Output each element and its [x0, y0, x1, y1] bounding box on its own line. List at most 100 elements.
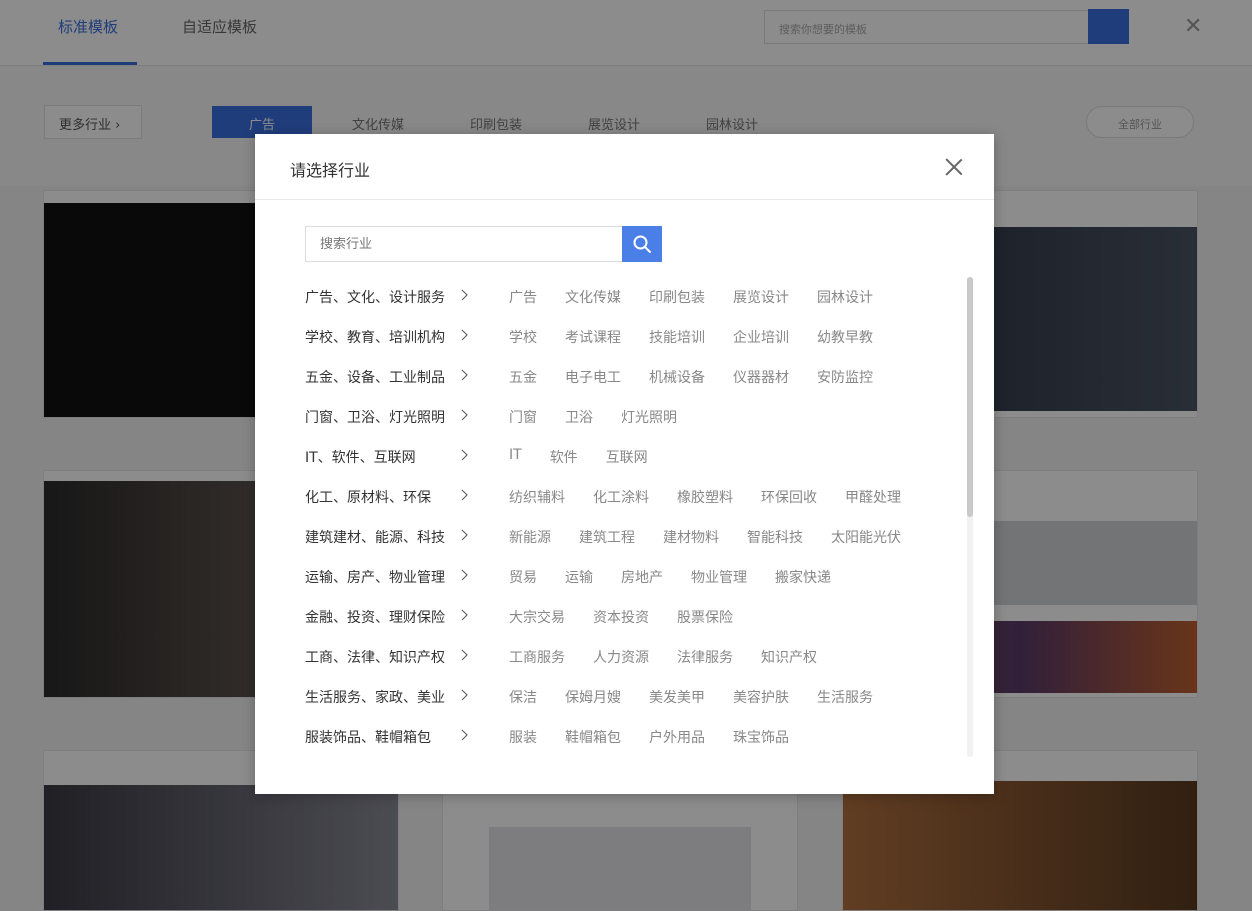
subcategory-list: 贸易 运输 房地产 物业管理 搬家快递: [509, 567, 831, 587]
subcategory-item[interactable]: 幼教早教: [817, 327, 873, 347]
subcategory-item[interactable]: 房地产: [621, 567, 663, 587]
subcategory-item[interactable]: 资本投资: [593, 607, 649, 627]
subcategory-item[interactable]: 美发美甲: [649, 687, 705, 707]
subcategory-item[interactable]: 化工涂料: [593, 487, 649, 507]
industry-category-label[interactable]: 学校、教育、培训机构: [305, 327, 445, 347]
chevron-right-icon[interactable]: [459, 367, 471, 383]
industry-category-label[interactable]: 生活服务、家政、美业: [305, 687, 445, 707]
subcategory-item[interactable]: 园林设计: [817, 287, 873, 307]
subcategory-item[interactable]: 搬家快递: [775, 567, 831, 587]
industry-search-input[interactable]: [305, 226, 623, 262]
chevron-right-icon[interactable]: [459, 407, 471, 423]
subcategory-item[interactable]: 新能源: [509, 527, 551, 547]
industry-category-label[interactable]: 门窗、卫浴、灯光照明: [305, 407, 445, 427]
subcategory-item[interactable]: 橡胶塑料: [677, 487, 733, 507]
industry-category-label[interactable]: 工商、法律、知识产权: [305, 647, 445, 667]
chevron-right-icon[interactable]: [459, 327, 471, 343]
subcategory-item[interactable]: 甲醛处理: [845, 487, 901, 507]
industry-row: 生活服务、家政、美业 保洁 保姆月嫂 美发美甲 美容护肤 生活服务: [305, 677, 965, 717]
industry-category-label[interactable]: 五金、设备、工业制品: [305, 367, 445, 387]
industry-row: 学校、教育、培训机构 学校 考试课程 技能培训 企业培训 幼教早教: [305, 317, 965, 357]
subcategory-item[interactable]: 灯光照明: [621, 407, 677, 427]
subcategory-item[interactable]: 五金: [509, 367, 537, 387]
industry-row: 化工、原材料、环保 纺织辅料 化工涂料 橡胶塑料 环保回收 甲醛处理: [305, 477, 965, 517]
industry-category-label[interactable]: IT、软件、互联网: [305, 447, 416, 467]
subcategory-item[interactable]: 文化传媒: [565, 287, 621, 307]
chevron-right-icon[interactable]: [459, 527, 471, 543]
industry-category-label[interactable]: 服装饰品、鞋帽箱包: [305, 727, 431, 747]
subcategory-item[interactable]: 展览设计: [733, 287, 789, 307]
subcategory-item[interactable]: 法律服务: [677, 647, 733, 667]
subcategory-item[interactable]: 美容护肤: [733, 687, 789, 707]
subcategory-item[interactable]: 物业管理: [691, 567, 747, 587]
subcategory-item[interactable]: 服装: [509, 727, 537, 747]
modal-header: 请选择行业: [255, 134, 994, 200]
subcategory-item[interactable]: 学校: [509, 327, 537, 347]
chevron-right-icon[interactable]: [459, 687, 471, 703]
subcategory-item[interactable]: 安防监控: [817, 367, 873, 387]
chevron-right-icon[interactable]: [459, 487, 471, 503]
industry-category-label[interactable]: 广告、文化、设计服务: [305, 287, 445, 307]
chevron-right-icon[interactable]: [459, 647, 471, 663]
subcategory-item[interactable]: 软件: [550, 447, 578, 467]
subcategory-item[interactable]: 户外用品: [649, 727, 705, 747]
subcategory-item[interactable]: 运输: [565, 567, 593, 587]
subcategory-item[interactable]: 知识产权: [761, 647, 817, 667]
chevron-right-icon[interactable]: [459, 727, 471, 743]
subcategory-item[interactable]: 环保回收: [761, 487, 817, 507]
industry-row: 五金、设备、工业制品 五金 电子电工 机械设备 仪器器材 安防监控: [305, 357, 965, 397]
subcategory-item[interactable]: 企业培训: [733, 327, 789, 347]
subcategory-item[interactable]: 太阳能光伏: [831, 527, 901, 547]
subcategory-list: 服装 鞋帽箱包 户外用品 珠宝饰品: [509, 727, 789, 747]
subcategory-item[interactable]: 建筑工程: [579, 527, 635, 547]
subcategory-list: 工商服务 人力资源 法律服务 知识产权: [509, 647, 817, 667]
subcategory-item[interactable]: IT: [509, 447, 522, 467]
industry-modal: 请选择行业 广告、文化、设计服务 广告 文化传媒 印刷包装 展览设计 园林设计学校、教育、…: [255, 134, 994, 794]
subcategory-item[interactable]: 卫浴: [565, 407, 593, 427]
subcategory-item[interactable]: 贸易: [509, 567, 537, 587]
industry-row: 广告、文化、设计服务 广告 文化传媒 印刷包装 展览设计 园林设计: [305, 277, 965, 317]
chevron-right-icon[interactable]: [459, 567, 471, 583]
subcategory-item[interactable]: 工商服务: [509, 647, 565, 667]
subcategory-item[interactable]: 广告: [509, 287, 537, 307]
industry-category-label[interactable]: 运输、房产、物业管理: [305, 567, 445, 587]
subcategory-item[interactable]: 机械设备: [649, 367, 705, 387]
subcategory-item[interactable]: 保洁: [509, 687, 537, 707]
subcategory-item[interactable]: 考试课程: [565, 327, 621, 347]
subcategory-item[interactable]: 电子电工: [565, 367, 621, 387]
chevron-right-icon[interactable]: [459, 447, 471, 463]
subcategory-list: 五金 电子电工 机械设备 仪器器材 安防监控: [509, 367, 873, 387]
subcategory-list: 门窗 卫浴 灯光照明: [509, 407, 677, 427]
subcategory-item[interactable]: 仪器器材: [733, 367, 789, 387]
chevron-right-icon[interactable]: [459, 607, 471, 623]
industry-category-label[interactable]: 金融、投资、理财保险: [305, 607, 445, 627]
scrollbar-thumb[interactable]: [967, 277, 973, 517]
subcategory-item[interactable]: 印刷包装: [649, 287, 705, 307]
subcategory-item[interactable]: 智能科技: [747, 527, 803, 547]
subcategory-item[interactable]: 大宗交易: [509, 607, 565, 627]
close-icon[interactable]: [943, 156, 965, 178]
subcategory-item[interactable]: 人力资源: [593, 647, 649, 667]
subcategory-list: 大宗交易 资本投资 股票保险: [509, 607, 733, 627]
subcategory-item[interactable]: 生活服务: [817, 687, 873, 707]
industry-category-label[interactable]: 建筑建材、能源、科技: [305, 527, 445, 547]
industry-search-button[interactable]: [622, 226, 662, 262]
subcategory-item[interactable]: 保姆月嫂: [565, 687, 621, 707]
chevron-right-icon[interactable]: [459, 287, 471, 303]
subcategory-item[interactable]: 鞋帽箱包: [565, 727, 621, 747]
subcategory-list: 保洁 保姆月嫂 美发美甲 美容护肤 生活服务: [509, 687, 873, 707]
industry-category-label[interactable]: 化工、原材料、环保: [305, 487, 431, 507]
subcategory-list: 学校 考试课程 技能培训 企业培训 幼教早教: [509, 327, 873, 347]
subcategory-list: IT 软件 互联网: [509, 447, 648, 467]
subcategory-item[interactable]: 门窗: [509, 407, 537, 427]
subcategory-list: 广告 文化传媒 印刷包装 展览设计 园林设计: [509, 287, 873, 307]
subcategory-item[interactable]: 技能培训: [649, 327, 705, 347]
subcategory-item[interactable]: 纺织辅料: [509, 487, 565, 507]
subcategory-item[interactable]: 珠宝饰品: [733, 727, 789, 747]
industry-row: 工商、法律、知识产权 工商服务 人力资源 法律服务 知识产权: [305, 637, 965, 677]
subcategory-item[interactable]: 股票保险: [677, 607, 733, 627]
scrollbar[interactable]: [967, 277, 973, 757]
subcategory-list: 新能源 建筑工程 建材物料 智能科技 太阳能光伏: [509, 527, 901, 547]
subcategory-item[interactable]: 互联网: [606, 447, 648, 467]
subcategory-item[interactable]: 建材物料: [663, 527, 719, 547]
